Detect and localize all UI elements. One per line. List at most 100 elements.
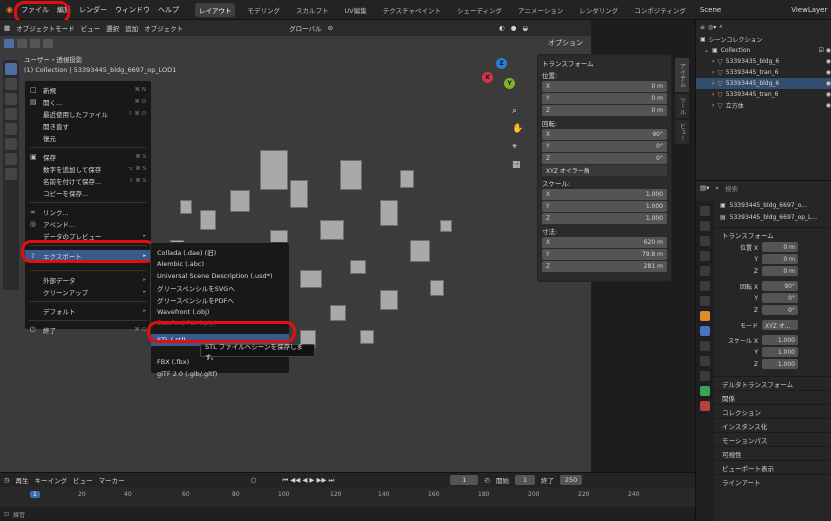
render-tab-icon[interactable] (700, 221, 710, 231)
export-gpencil-pdf[interactable]: グリースペンシルをPDFへ (151, 294, 289, 306)
timeline-menu-keying[interactable]: キーイング (35, 475, 68, 485)
editor-type-icon[interactable]: ◷ (4, 476, 10, 484)
expand-arrow-icon[interactable]: › (712, 102, 714, 109)
snap-icon[interactable]: ⊘ (328, 24, 333, 32)
collection-tab-icon[interactable] (700, 296, 710, 306)
sidebar-tab-tool[interactable]: ツール (675, 94, 689, 118)
menu-item-external-data[interactable]: 外部データ ▸ (25, 274, 151, 286)
select-mode-icon[interactable] (43, 38, 53, 48)
viewport-menu-select[interactable]: 選択 (106, 23, 119, 33)
viewport-menu-add[interactable]: 追加 (125, 23, 138, 33)
menu-item-recover[interactable]: 復元 (25, 132, 151, 144)
workspace-tab-rendering[interactable]: レンダリング (575, 3, 622, 17)
move-tool-icon[interactable] (5, 93, 17, 105)
expand-arrow-icon[interactable]: ⌄ (704, 47, 709, 54)
timeline-menu-marker[interactable]: マーカー (99, 475, 125, 485)
visibility-icon[interactable]: ☑ ◉ (818, 47, 831, 54)
dimensions-x-field[interactable]: X 620 m (542, 237, 667, 248)
frame-ruler[interactable]: 1 20 40 60 80 100 120 140 160 180 200 22… (0, 487, 695, 507)
world-tab-icon[interactable] (700, 281, 710, 291)
object-name-field[interactable]: 53393445_bldg_6697_o... (730, 202, 807, 209)
prop-rotation-x[interactable]: 90° (762, 281, 798, 291)
constraints-tab-icon[interactable] (700, 371, 710, 381)
cursor-tool-icon[interactable] (5, 78, 17, 90)
visibility-icon[interactable]: ◉ (826, 58, 831, 65)
menu-item-quit[interactable]: ⏻ 終了 ⌘ Q (25, 324, 151, 336)
editor-type-icon[interactable]: ▦ (4, 24, 10, 32)
pan-hand-icon[interactable]: ✋ (512, 124, 526, 142)
location-y-field[interactable]: Y0 m (542, 93, 667, 104)
rotation-x-field[interactable]: X 90° (542, 129, 667, 140)
rotation-y-field[interactable]: Y 0° (542, 141, 667, 152)
location-z-field[interactable]: Z0 m (542, 105, 667, 116)
prop-scale-z[interactable]: 1.000 (762, 359, 798, 369)
view-layer-tab-icon[interactable] (700, 251, 710, 261)
expand-arrow-icon[interactable]: › (712, 80, 714, 87)
measure-tool-icon[interactable] (5, 168, 17, 180)
playback-controls[interactable]: ⏮ ◀◀ ◀ ▶ ▶▶ ⏭ (282, 476, 334, 485)
viewport-menu-object[interactable]: オブジェクト (144, 23, 183, 33)
export-gltf[interactable]: glTF 2.0 (.glb/.gltf) (151, 368, 289, 380)
scale-x-field[interactable]: X 1.000 (542, 189, 667, 200)
mesh-name-field[interactable]: 53393445_bldg_6697_op_L... (730, 214, 817, 221)
viewport-display-section[interactable]: ビューポート表示 (696, 460, 831, 474)
collection-row[interactable]: ⌄ ▣ Collection ☑ ◉ (696, 45, 831, 56)
prop-location-y[interactable]: 0 m (762, 254, 798, 264)
menu-item-revert[interactable]: 開き直す (25, 120, 151, 132)
properties-search[interactable]: 検索 (725, 183, 738, 193)
rotation-z-field[interactable]: Z 0° (542, 153, 667, 164)
prop-rotation-y[interactable]: 0° (762, 293, 798, 303)
export-alembic[interactable]: Alembic (.abc) (151, 258, 289, 270)
select-mode-icon[interactable] (30, 38, 40, 48)
scale-z-field[interactable]: Z 1.000 (542, 213, 667, 224)
physics-tab-icon[interactable] (700, 356, 710, 366)
select-tool-icon[interactable] (5, 63, 17, 75)
viewlayer-selector[interactable]: ViewLayer (791, 6, 827, 14)
transform-orientation-dropdown[interactable]: グローバル (289, 23, 321, 33)
transform-tool-icon[interactable] (5, 138, 17, 150)
export-collada[interactable]: Collada (.dae) (旧) (151, 246, 289, 258)
menu-item-save-incremental[interactable]: 数字を追加して保存 ⌥ ⌘ S (25, 163, 151, 175)
timeline-menu-view[interactable]: ビュー (73, 475, 93, 485)
annotate-tool-icon[interactable] (5, 153, 17, 165)
menu-item-open-recent[interactable]: 最近使用したファイル ⇧ ⌘ O (25, 108, 151, 120)
scale-tool-icon[interactable] (5, 123, 17, 135)
visibility-icon[interactable]: ◉ (826, 91, 831, 98)
data-tab-icon[interactable] (700, 386, 710, 396)
select-box-icon[interactable] (4, 38, 14, 48)
ortho-toggle-icon[interactable]: ▦ (512, 160, 526, 178)
menu-window[interactable]: ウィンドウ (115, 5, 150, 15)
dimensions-z-field[interactable]: Z 281 m (542, 261, 667, 272)
sidebar-tab-item[interactable]: アイテム (675, 58, 689, 92)
record-icon[interactable]: ○ (251, 476, 257, 484)
shading-solid-icon[interactable]: ● (511, 24, 517, 32)
viewport-menu-view[interactable]: ビュー (81, 23, 101, 33)
dimensions-y-field[interactable]: Y 79.8 m (542, 249, 667, 260)
sidebar-tab-view[interactable]: ビュー (675, 120, 689, 144)
shading-material-icon[interactable]: ◒ (522, 24, 528, 32)
visibility-icon[interactable]: ◉ (826, 69, 831, 76)
rotation-mode-dropdown[interactable]: XYZ オイラー角 (542, 165, 667, 176)
transform-panel-title[interactable]: トランスフォーム (542, 57, 667, 69)
menu-render[interactable]: レンダー (79, 5, 107, 15)
prop-scale-x[interactable]: 1.000 (762, 335, 798, 345)
menu-item-append[interactable]: ◎ アペンド... (25, 218, 151, 230)
visibility-icon[interactable]: ◉ (826, 102, 831, 109)
navigation-gizmo[interactable]: Z X Y (482, 58, 522, 98)
workspace-tab-animation[interactable]: アニメーション (514, 3, 567, 17)
start-frame-field[interactable]: 1 (515, 475, 536, 485)
menu-item-link[interactable]: ∞ リンク... (25, 206, 151, 218)
search-icon[interactable]: ⌕ (715, 184, 719, 193)
motion-paths-section[interactable]: モーションパス (696, 432, 831, 446)
prop-location-z[interactable]: 0 m (762, 266, 798, 276)
current-frame-field[interactable]: 1 (450, 475, 479, 485)
options-dropdown[interactable]: オプション (548, 38, 583, 48)
menu-item-clean-up[interactable]: クリーンアップ ▸ (25, 286, 151, 298)
outliner-item[interactable]: › ▽ 53393445_tran_6 ◉ (696, 89, 831, 100)
location-x-field[interactable]: X0 m (542, 81, 667, 92)
export-gpencil-svg[interactable]: グリースペンシルをSVGへ (151, 282, 289, 294)
zoom-icon[interactable]: ⌕ (512, 106, 526, 124)
camera-view-icon[interactable]: ⌖ (512, 142, 526, 160)
workspace-tab-shading[interactable]: シェーディング (453, 3, 506, 17)
proportional-edit-icon[interactable]: ◐ (499, 24, 505, 32)
